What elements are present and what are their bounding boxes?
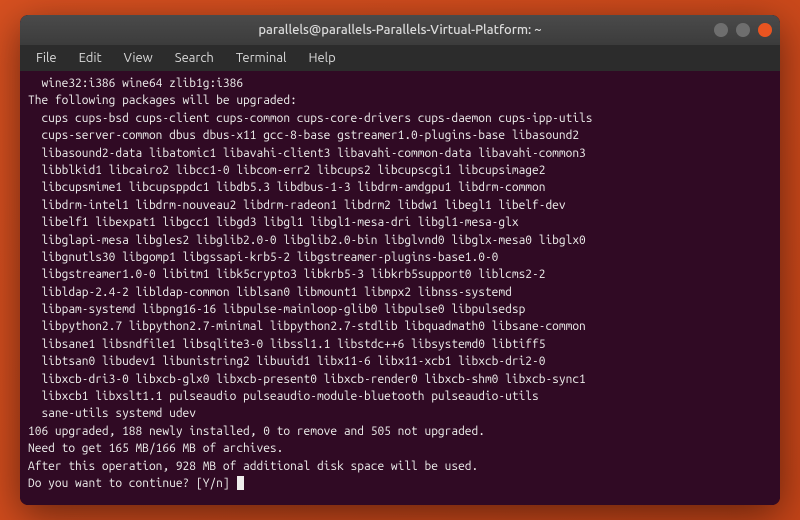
line: libdrm-intel1 libdrm-nouveau2 libdrm-rad… [28,199,566,212]
menubar: File Edit View Search Terminal Help [20,45,780,71]
line: libtsan0 libudev1 libunistring2 libuuid1… [28,355,545,368]
line: libasound2-data libatomic1 libavahi-clie… [28,147,586,160]
line: 106 upgraded, 188 newly installed, 0 to … [28,425,485,438]
line: cups-server-common dbus dbus-x11 gcc-8-b… [28,129,579,142]
maximize-icon[interactable] [736,23,750,37]
cursor-icon [237,476,244,490]
line: wine32:i386 wine64 zlib1g:i386 [28,77,243,90]
terminal-output[interactable]: wine32:i386 wine64 zlib1g:i386 The follo… [20,71,780,505]
menu-help[interactable]: Help [298,48,345,68]
line: The following packages will be upgraded: [28,94,297,107]
line: libelf1 libexpat1 libgcc1 libgd3 libgl1 … [28,216,519,229]
menu-edit[interactable]: Edit [69,48,112,68]
line: libpam-systemd libpng16-16 libpulse-main… [28,303,525,316]
window-title: parallels@parallels-Parallels-Virtual-Pl… [258,23,541,37]
menu-terminal[interactable]: Terminal [226,48,297,68]
line: libglapi-mesa libgles2 libglib2.0-0 libg… [28,234,586,247]
menu-view[interactable]: View [114,48,163,68]
terminal-window: parallels@parallels-Parallels-Virtual-Pl… [20,15,780,505]
line: libldap-2.4-2 libldap-common liblsan0 li… [28,286,512,299]
line: cups cups-bsd cups-client cups-common cu… [28,112,592,125]
line: libgstreamer1.0-0 libitm1 libk5crypto3 l… [28,268,545,281]
line: libpython2.7 libpython2.7-minimal libpyt… [28,320,586,333]
line: After this operation, 928 MB of addition… [28,460,478,473]
line-prompt: Do you want to continue? [Y/n] [28,477,236,490]
line: Need to get 165 MB/166 MB of archives. [28,442,283,455]
line: libblkid1 libcairo2 libcc1-0 libcom-err2… [28,164,545,177]
menu-search[interactable]: Search [165,48,224,68]
window-controls [714,23,772,37]
line: libxcb-dri3-0 libxcb-glx0 libxcb-present… [28,373,586,386]
line: sane-utils systemd udev [28,407,196,420]
titlebar[interactable]: parallels@parallels-Parallels-Virtual-Pl… [20,15,780,45]
menu-file[interactable]: File [26,48,67,68]
minimize-icon[interactable] [714,23,728,37]
line: libcupsmime1 libcupsppdc1 libdb5.3 libdb… [28,181,545,194]
line: libgnutls30 libgomp1 libgssapi-krb5-2 li… [28,251,498,264]
close-icon[interactable] [758,23,772,37]
line: libxcb1 libxslt1.1 pulseaudio pulseaudio… [28,390,539,403]
line: libsane1 libsndfile1 libsqlite3-0 libssl… [28,338,545,351]
